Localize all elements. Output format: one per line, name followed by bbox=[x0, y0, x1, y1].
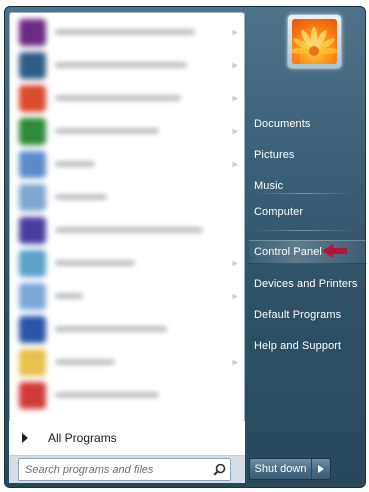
control-panel-label: Control Panel bbox=[254, 246, 322, 258]
program-item[interactable] bbox=[10, 247, 244, 280]
program-label bbox=[55, 128, 159, 134]
program-label bbox=[55, 227, 203, 233]
program-label bbox=[55, 359, 115, 365]
program-label bbox=[55, 161, 95, 167]
submenu-arrow-icon[interactable] bbox=[232, 359, 238, 366]
program-icon bbox=[19, 151, 46, 178]
search-input[interactable] bbox=[19, 459, 208, 480]
submenu-arrow-icon[interactable] bbox=[232, 260, 238, 267]
chevron-right-icon[interactable] bbox=[312, 459, 330, 479]
search-bar bbox=[9, 455, 245, 483]
divider bbox=[252, 230, 356, 231]
program-icon bbox=[19, 118, 46, 145]
pinned-programs-list bbox=[9, 12, 245, 422]
program-item[interactable] bbox=[10, 280, 244, 313]
submenu-arrow-icon[interactable] bbox=[232, 29, 238, 36]
submenu-arrow-icon[interactable] bbox=[232, 95, 238, 102]
pictures-label: Pictures bbox=[254, 149, 295, 161]
computer-link[interactable]: Computer bbox=[249, 200, 367, 224]
program-item[interactable] bbox=[10, 16, 244, 49]
program-icon bbox=[19, 217, 46, 244]
program-label bbox=[55, 260, 135, 266]
program-label bbox=[55, 29, 195, 35]
default-programs-link[interactable]: Default Programs bbox=[249, 303, 367, 327]
program-item[interactable] bbox=[10, 115, 244, 148]
devices-printers-label: Devices and Printers bbox=[254, 278, 358, 290]
program-icon bbox=[19, 184, 46, 211]
shutdown-button[interactable]: Shut down bbox=[249, 458, 331, 480]
music-link[interactable]: Music bbox=[249, 174, 367, 198]
help-support-label: Help and Support bbox=[254, 340, 342, 352]
default-programs-label: Default Programs bbox=[254, 309, 342, 321]
documents-link[interactable]: Documents bbox=[249, 112, 367, 136]
submenu-arrow-icon[interactable] bbox=[232, 62, 238, 69]
pictures-link[interactable]: Pictures bbox=[249, 143, 367, 167]
shutdown-label[interactable]: Shut down bbox=[250, 459, 312, 479]
program-label bbox=[55, 293, 83, 299]
program-item[interactable] bbox=[10, 214, 244, 247]
submenu-arrow-icon[interactable] bbox=[232, 161, 238, 168]
program-label bbox=[55, 194, 107, 200]
submenu-arrow-icon[interactable] bbox=[232, 293, 238, 300]
program-icon bbox=[19, 19, 46, 46]
search-box[interactable] bbox=[18, 458, 231, 481]
control-panel-link[interactable]: Control Panel bbox=[249, 240, 367, 264]
flower-picture bbox=[292, 19, 337, 64]
computer-label: Computer bbox=[254, 206, 304, 218]
program-item[interactable] bbox=[10, 313, 244, 346]
program-icon bbox=[19, 316, 46, 343]
program-item[interactable] bbox=[10, 82, 244, 115]
documents-label: Documents bbox=[254, 118, 311, 130]
arrow-left-icon bbox=[322, 244, 347, 258]
program-icon bbox=[19, 250, 46, 277]
magnifier-icon[interactable] bbox=[208, 459, 230, 480]
program-label bbox=[55, 392, 159, 398]
all-programs-label: All Programs bbox=[48, 431, 117, 445]
devices-printers-link[interactable]: Devices and Printers bbox=[249, 272, 367, 296]
program-label bbox=[55, 95, 181, 101]
help-support-link[interactable]: Help and Support bbox=[249, 334, 367, 358]
music-label: Music bbox=[254, 180, 284, 192]
program-label bbox=[55, 62, 187, 68]
all-programs-button[interactable]: All Programs bbox=[9, 421, 245, 455]
program-label bbox=[55, 326, 167, 332]
program-icon bbox=[19, 349, 46, 376]
divider bbox=[252, 193, 356, 194]
program-icon bbox=[19, 382, 46, 409]
program-item[interactable] bbox=[10, 379, 244, 412]
program-item[interactable] bbox=[10, 148, 244, 181]
submenu-arrow-icon[interactable] bbox=[232, 128, 238, 135]
program-icon bbox=[19, 85, 46, 112]
program-item[interactable] bbox=[10, 181, 244, 214]
program-item[interactable] bbox=[10, 346, 244, 379]
user-account-picture[interactable] bbox=[287, 14, 342, 69]
right-triangle-icon bbox=[22, 433, 28, 443]
program-item[interactable] bbox=[10, 49, 244, 82]
program-icon bbox=[19, 283, 46, 310]
program-icon bbox=[19, 52, 46, 79]
